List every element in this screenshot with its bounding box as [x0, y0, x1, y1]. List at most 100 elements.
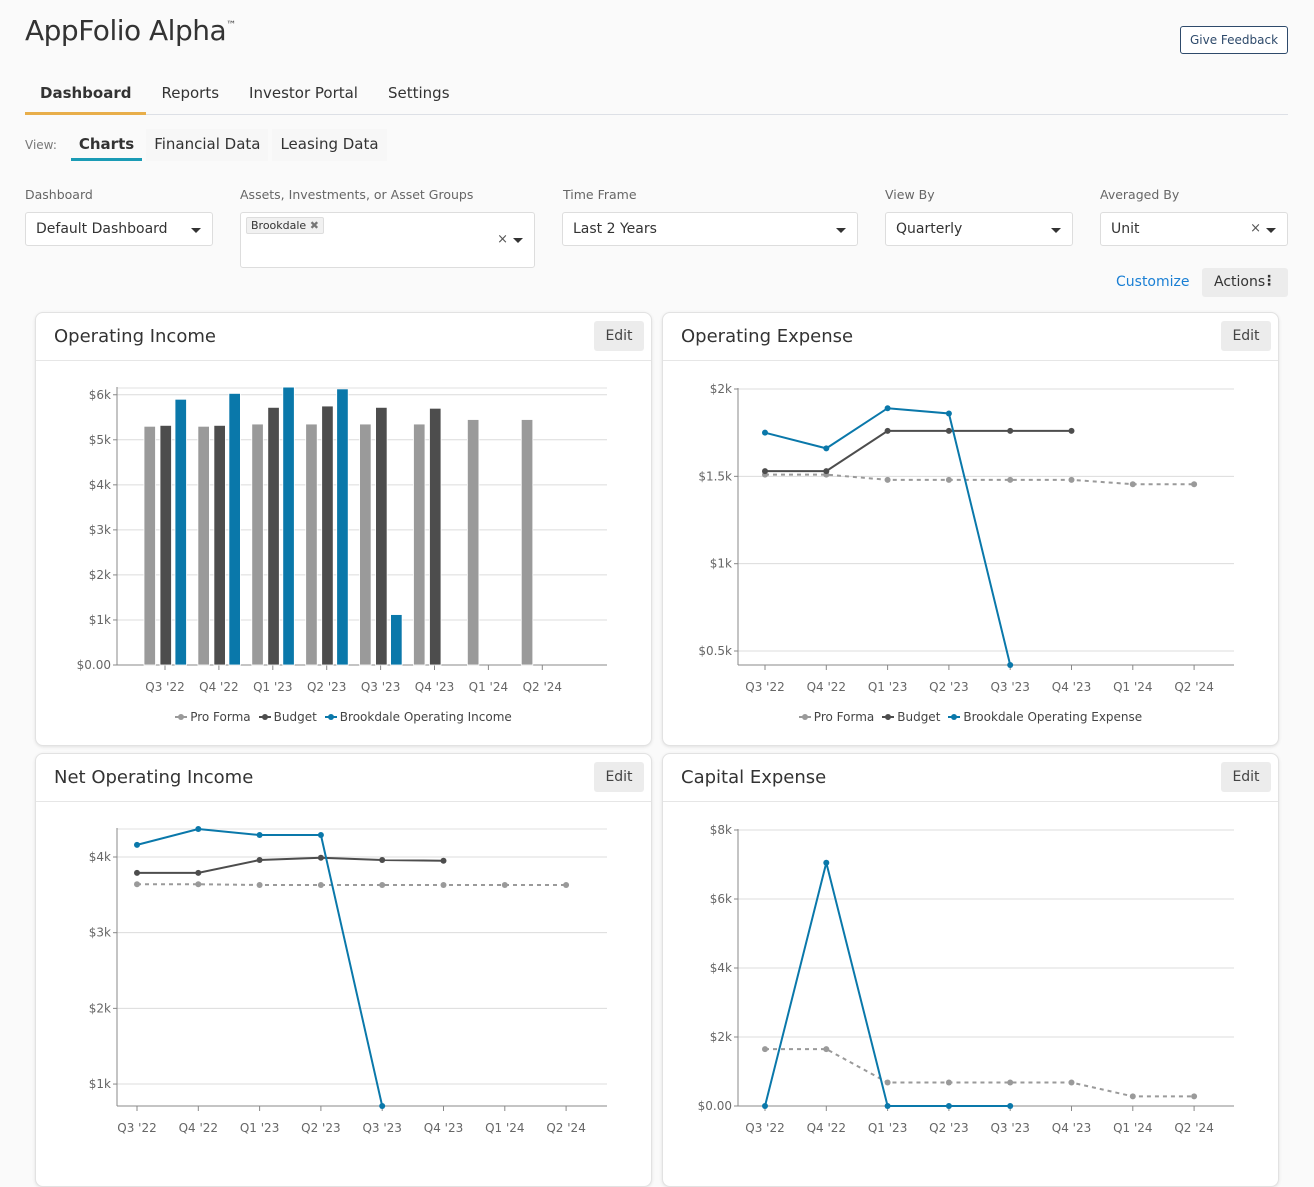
- data-point: [884, 476, 891, 483]
- y-tick-label: $8k: [710, 823, 732, 837]
- x-tick-label: Q2 '23: [929, 1121, 968, 1135]
- tab-reports[interactable]: Reports: [146, 76, 234, 115]
- operating-income-chart: $0.00 $1k $2k $3k $4k $5k $6k Q3 '22 Q4 '22 Q1 '2…: [77, 386, 607, 694]
- x-tick-label: Q4 '22: [179, 1121, 218, 1135]
- x-tick-label: Q3 '23: [362, 1121, 401, 1135]
- time-frame-value: Last 2 Years: [573, 221, 657, 237]
- data-point: [1007, 1103, 1014, 1109]
- app-title-text: AppFolio Alpha: [25, 14, 227, 47]
- view-switcher: View: Charts Financial Data Leasing Data: [25, 128, 391, 162]
- y-tick-label: $4k: [89, 850, 111, 864]
- bar-pro-forma: [197, 425, 210, 666]
- view-tab-leasing-data[interactable]: Leasing Data: [272, 129, 387, 161]
- y-tick-label: $4k: [89, 478, 111, 492]
- x-tick-label: Q3 '22: [745, 680, 784, 694]
- y-tick-label: $3k: [89, 523, 111, 537]
- caret-down-icon: [191, 228, 201, 233]
- view-by-select[interactable]: Quarterly: [885, 212, 1073, 246]
- x-tick-label: Q2 '23: [307, 680, 346, 694]
- dashboard-select[interactable]: Default Dashboard: [25, 212, 213, 246]
- bar-pro-forma: [359, 423, 372, 666]
- data-point: [884, 427, 891, 434]
- data-point: [134, 841, 140, 848]
- view-label: View:: [25, 138, 57, 152]
- tab-investor-portal[interactable]: Investor Portal: [234, 76, 373, 115]
- y-tick-label: $1k: [89, 613, 111, 627]
- data-point: [945, 476, 952, 483]
- data-point: [440, 857, 447, 864]
- x-tick-label: Q2 '24: [546, 1121, 585, 1135]
- x-tick-label: Q3 '22: [117, 1121, 156, 1135]
- data-point: [256, 882, 263, 889]
- tab-dashboard[interactable]: Dashboard: [25, 76, 147, 115]
- legend-item[interactable]: Pro Forma: [798, 710, 874, 724]
- data-point: [1068, 1079, 1075, 1086]
- time-frame-label: Time Frame: [563, 187, 637, 202]
- bar-budget: [213, 424, 226, 666]
- data-point: [884, 1103, 891, 1109]
- app-title: AppFolio Alpha™: [25, 14, 236, 47]
- data-point: [1129, 1093, 1136, 1100]
- edit-button[interactable]: Edit: [594, 321, 644, 351]
- chart-card-capital-expense: Capital Expense Edit $0.00 $2k $4k $6k $8k Q3 …: [662, 753, 1279, 1187]
- x-tick-label: Q1 '23: [253, 680, 292, 694]
- x-tick-label: Q2 '24: [1174, 1121, 1213, 1135]
- time-frame-select[interactable]: Last 2 Years: [562, 212, 858, 246]
- assets-label: Assets, Investments, or Asset Groups: [240, 187, 474, 202]
- chip-remove-icon[interactable]: ✖: [310, 219, 319, 232]
- series-line: [765, 429, 1072, 473]
- legend-item[interactable]: Budget: [882, 710, 940, 724]
- view-tab-financial-data[interactable]: Financial Data: [146, 129, 269, 161]
- edit-button[interactable]: Edit: [1221, 762, 1271, 792]
- x-tick-label: Q3 '23: [990, 1121, 1029, 1135]
- data-point: [823, 445, 830, 452]
- data-point: [884, 405, 891, 412]
- x-tick-label: Q1 '23: [868, 680, 907, 694]
- data-point: [762, 1046, 768, 1053]
- data-point: [256, 832, 263, 839]
- tab-settings[interactable]: Settings: [373, 76, 465, 115]
- legend-item[interactable]: Pro Forma: [175, 710, 251, 724]
- bar-pro-forma: [305, 423, 318, 666]
- x-tick-label: Q3 '23: [361, 680, 400, 694]
- give-feedback-button[interactable]: Give Feedback: [1180, 26, 1288, 54]
- edit-button[interactable]: Edit: [1221, 321, 1271, 351]
- data-point: [440, 882, 447, 889]
- legend-item[interactable]: Budget: [258, 710, 317, 724]
- averaged-by-select[interactable]: Unit ×: [1100, 212, 1288, 246]
- y-tick-label: $2k: [710, 1030, 732, 1044]
- y-tick-label: $0.00: [77, 658, 111, 672]
- data-point: [823, 859, 830, 866]
- edit-button[interactable]: Edit: [594, 762, 644, 792]
- legend-label: Budget: [897, 710, 941, 724]
- clear-icon[interactable]: ×: [1250, 221, 1261, 236]
- data-point: [823, 1046, 830, 1053]
- customize-link[interactable]: Customize: [1116, 274, 1190, 290]
- y-tick-label: $6k: [710, 892, 732, 906]
- data-point: [1007, 476, 1014, 483]
- legend-label: Brookdale Operating Expense: [963, 710, 1143, 724]
- legend-item[interactable]: Brookdale Operating Income: [324, 710, 512, 724]
- data-point: [1191, 481, 1198, 488]
- x-tick-label: Q1 '24: [469, 680, 508, 694]
- data-point: [762, 429, 768, 436]
- data-point: [1007, 662, 1014, 668]
- clear-icon[interactable]: ×: [497, 232, 508, 247]
- net-operating-income-chart: $1k $2k $3k $4k Q3 '22 Q4 '22 Q1 '23 Q2 '23 Q3 '…: [89, 826, 607, 1135]
- view-tab-charts[interactable]: Charts: [70, 129, 143, 161]
- series-line: [764, 407, 1012, 666]
- x-tick-label: Q4 '23: [1052, 1121, 1091, 1135]
- y-tick-label: $1.5k: [698, 469, 732, 483]
- actions-button[interactable]: Actions ⋮: [1202, 268, 1288, 297]
- series-line: [765, 1048, 1195, 1098]
- assets-multiselect[interactable]: Brookdale ✖ ×: [240, 212, 535, 268]
- view-by-value: Quarterly: [896, 221, 963, 237]
- legend-item[interactable]: Brookdale Operating Expense: [948, 710, 1142, 724]
- asset-chip[interactable]: Brookdale ✖: [246, 217, 324, 234]
- bar-budget: [159, 424, 172, 666]
- x-tick-label: Q3 '22: [145, 680, 184, 694]
- data-point: [823, 468, 830, 475]
- x-tick-label: Q2 '24: [523, 680, 562, 694]
- more-vertical-icon: ⋮: [1262, 273, 1276, 289]
- data-point: [195, 869, 202, 876]
